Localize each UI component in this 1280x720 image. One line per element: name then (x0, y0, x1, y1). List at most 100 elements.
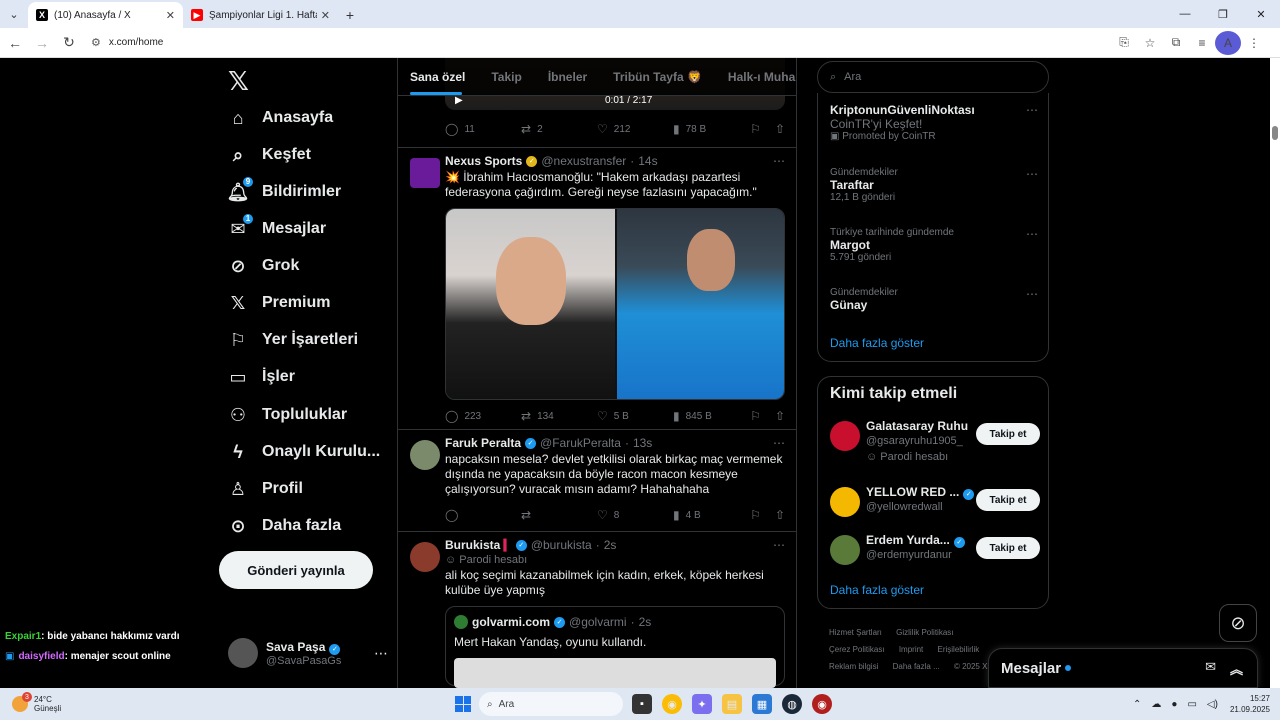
extensions-icon[interactable]: ⧉ (1163, 31, 1189, 55)
footer-link[interactable]: Hizmet Şartları (829, 628, 882, 637)
reply-button[interactable]: ◯ 223 (445, 409, 521, 423)
show-more-follow-link[interactable]: Daha fazla göster (830, 583, 924, 597)
tab-search-icon[interactable]: ⌄ (0, 0, 28, 28)
footer-link[interactable]: Erişilebilirlik (938, 645, 980, 654)
expand-icon[interactable]: ︽ (1230, 659, 1243, 678)
restore-icon[interactable]: ❐ (1204, 0, 1242, 28)
tweet[interactable]: Burukista ▍ ✓ @burukista · 2s ⋯ ☺ Parodi… (398, 532, 796, 688)
follow-button[interactable]: Takip et (976, 423, 1040, 445)
show-more-trends-link[interactable]: Daha fazla göster (830, 336, 1038, 350)
close-window-icon[interactable]: ✕ (1242, 0, 1280, 28)
mic-icon[interactable]: ● (1171, 699, 1177, 710)
avatar[interactable] (410, 158, 440, 188)
avatar[interactable] (410, 542, 440, 572)
suggestion-name[interactable]: YELLOW RED ... ✓ (866, 485, 975, 500)
new-message-icon[interactable]: ✉ (1205, 659, 1216, 678)
views-button[interactable]: ▮ 78 B (673, 122, 749, 136)
retweet-button[interactable]: ⇄ 2 (521, 122, 597, 136)
tweet-time[interactable]: 2s (604, 538, 617, 552)
share-icon[interactable]: ⇧ (775, 122, 785, 136)
more-dots-icon[interactable]: ⋯ (374, 645, 388, 662)
author-name[interactable]: Burukista (445, 538, 500, 552)
x-logo-icon[interactable]: 𝕏 (228, 66, 249, 97)
taskbar-search[interactable]: ⌕ Ara (479, 692, 623, 716)
bookmark-icon[interactable]: ⚐ (750, 508, 761, 522)
tab-close-icon[interactable]: ✕ (321, 9, 330, 22)
profile-avatar-icon[interactable]: A (1215, 30, 1241, 55)
more-dots-icon[interactable]: ⋯ (773, 154, 785, 168)
nav-item-verified-orgs[interactable]: ϟ Onaylı Kurulu... (226, 434, 380, 470)
follow-suggestion[interactable]: Erdem Yurda... ✓ @erdemyurdanur Takip et (830, 531, 1040, 571)
follow-button[interactable]: Takip et (976, 489, 1040, 511)
site-info-icon[interactable]: ⚙ (91, 36, 101, 49)
retweet-button[interactable]: ⇄ (521, 508, 597, 522)
search-input[interactable]: ⌕ Ara (817, 61, 1049, 93)
tab-list-3[interactable]: Halk-ı Muhabbet (728, 70, 796, 84)
avatar[interactable] (830, 421, 860, 451)
chrome-icon[interactable]: ◉ (662, 694, 682, 714)
tweet-media[interactable] (445, 208, 785, 400)
reply-button[interactable]: ◯ 11 (445, 122, 521, 136)
steam-icon[interactable]: ◍ (782, 694, 802, 714)
more-dots-icon[interactable]: ⋯ (1026, 287, 1038, 301)
nav-item-bookmarks[interactable]: ⚐ Yer İşaretleri (226, 322, 358, 358)
scrollbar-thumb[interactable] (1272, 126, 1278, 140)
views-button[interactable]: ▮ 4 B (673, 508, 749, 522)
suggestion-name[interactable]: Erdem Yurda... ✓ (866, 533, 965, 548)
address-bar[interactable]: ⚙ x.com/home (91, 32, 1111, 54)
quoted-tweet[interactable]: golvarmi.com ✓ @golvarmi · 2s Mert Hakan… (445, 606, 785, 688)
author-handle[interactable]: @nexustransfer (541, 154, 626, 168)
post-button[interactable]: Gönderi yayınla (219, 551, 373, 589)
media-image-left[interactable] (446, 209, 615, 399)
tab-close-icon[interactable]: ✕ (166, 9, 175, 22)
nav-item-messages[interactable]: ✉ 1 Mesajlar (226, 211, 326, 247)
trend-item[interactable]: KriptonunGüvenliNoktası CoinTR'yi Keşfet… (830, 103, 1038, 142)
windows-start-icon[interactable] (455, 696, 471, 712)
more-dots-icon[interactable]: ⋯ (773, 538, 785, 552)
more-dots-icon[interactable]: ⋯ (1026, 227, 1038, 241)
tab-list-1[interactable]: İbneler (548, 70, 587, 84)
more-dots-icon[interactable]: ⋯ (1026, 103, 1038, 117)
play-icon[interactable]: ▶ (455, 95, 463, 106)
author-handle[interactable]: @FarukPeralta (540, 436, 621, 450)
nav-item-grok[interactable]: ⊘ Grok (226, 248, 299, 284)
more-dots-icon[interactable]: ⋯ (773, 436, 785, 450)
browser-tab-youtube[interactable]: ▶ Şampiyonlar Ligi 1. Hafta | Live ✕ (183, 2, 338, 28)
media-image-right[interactable] (615, 209, 784, 399)
follow-suggestion[interactable]: YELLOW RED ... ✓ @yellowredwall Takip et (830, 483, 1040, 523)
account-switcher[interactable]: Sava Paşa ✓ @SavaPasaGs ⋯ (228, 638, 388, 668)
task-view-icon[interactable]: ▪ (632, 694, 652, 714)
quote-author-name[interactable]: golvarmi.com (472, 615, 550, 629)
nav-item-notifications[interactable]: 🔔︎ 9 Bildirimler (226, 174, 341, 210)
quote-media[interactable] (454, 658, 776, 688)
reply-button[interactable]: ◯ (445, 508, 521, 522)
footer-link[interactable]: Reklam bilgisi (829, 662, 878, 671)
footer-link[interactable]: Gizlilik Politikası (896, 628, 953, 637)
trend-item[interactable]: Gündemdekiler Günay ⋯ (830, 287, 1038, 312)
bookmark-icon[interactable]: ⚐ (750, 409, 761, 423)
trend-item[interactable]: Türkiye tarihinde gündemde Margot 5.791 … (830, 227, 1038, 263)
browser-tab-x[interactable]: X (10) Anasayfa / X ✕ (28, 2, 183, 28)
tab-following[interactable]: Takip (491, 70, 521, 84)
nav-item-more[interactable]: ⊙ Daha fazla (226, 508, 341, 544)
nav-item-jobs[interactable]: ▭ İşler (226, 359, 294, 395)
tab-list-2[interactable]: Tribün Tayfa 🦁 (613, 70, 702, 84)
like-button[interactable]: ♡ 8 (597, 508, 673, 522)
like-button[interactable]: ♡ 212 (597, 122, 673, 136)
install-app-icon[interactable]: ⎘ (1111, 31, 1137, 55)
clock[interactable]: 15:27 21.09.2025 (1230, 693, 1270, 715)
quote-author-handle[interactable]: @golvarmi (569, 615, 627, 629)
nav-item-communities[interactable]: ⚇ Topluluklar (226, 397, 347, 433)
messages-drawer[interactable]: Mesajlar ✉ ︽ (988, 648, 1258, 688)
tweet[interactable]: Faruk Peralta ✓ @FarukPeralta · 13s ⋯ na… (398, 430, 796, 532)
bookmark-star-icon[interactable]: ☆ (1137, 31, 1163, 55)
footer-link[interactable]: Imprint (899, 645, 923, 654)
suggestion-name[interactable]: Galatasaray Ruhu (866, 419, 968, 433)
tray-chevron-icon[interactable]: ⌃ (1133, 699, 1141, 710)
nav-item-explore[interactable]: ⌕ Keşfet (226, 137, 311, 173)
minimize-icon[interactable]: — (1166, 0, 1204, 28)
avatar[interactable] (830, 487, 860, 517)
grok-floating-button[interactable]: ⊘ (1219, 604, 1257, 642)
page-scrollbar[interactable] (1270, 58, 1280, 688)
follow-button[interactable]: Takip et (976, 537, 1040, 559)
